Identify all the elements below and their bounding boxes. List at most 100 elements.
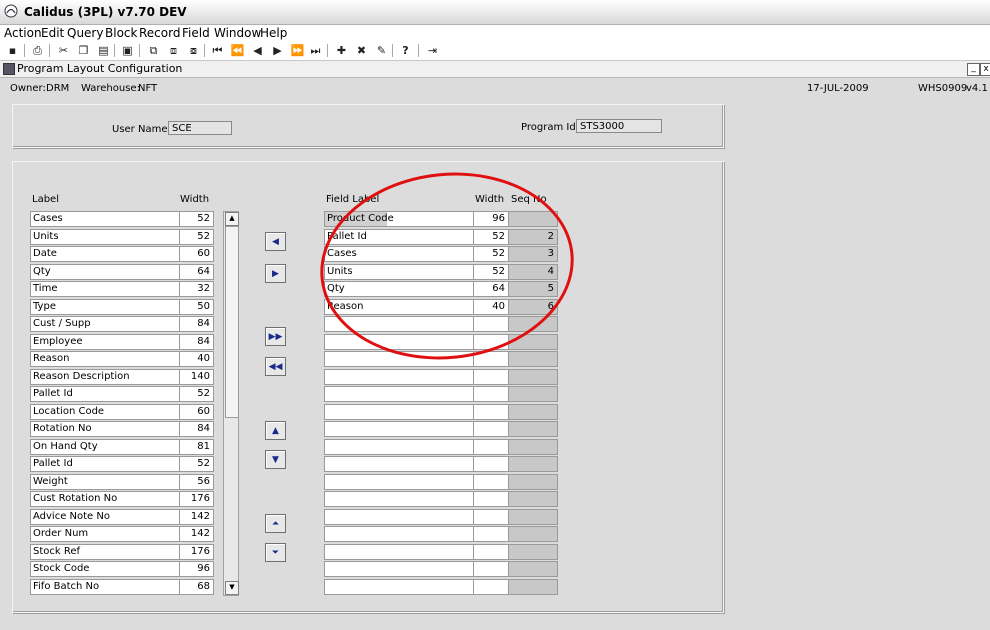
selected-width-cell[interactable]: [473, 333, 509, 350]
available-label-cell[interactable]: Stock Code: [30, 561, 180, 577]
selected-label-cell[interactable]: [324, 561, 474, 577]
clear-icon[interactable]: ▣: [120, 43, 135, 58]
help-icon[interactable]: ?: [398, 43, 413, 58]
selected-width-cell[interactable]: 52: [473, 263, 509, 280]
available-width-cell[interactable]: 52: [179, 228, 214, 245]
available-label-cell[interactable]: Employee: [30, 333, 180, 350]
selected-width-cell[interactable]: [473, 368, 509, 385]
selected-label-cell[interactable]: [324, 368, 474, 385]
available-label-cell[interactable]: Rotation No: [30, 421, 180, 437]
selected-label-cell[interactable]: [324, 508, 474, 525]
next-record-icon[interactable]: ▶: [270, 43, 285, 58]
selected-label-cell[interactable]: [324, 456, 474, 472]
selected-label-cell[interactable]: Reason: [324, 298, 474, 315]
available-label-cell[interactable]: Cust / Supp: [30, 316, 180, 332]
selected-width-cell[interactable]: 52: [473, 228, 509, 245]
available-width-cell[interactable]: 60: [179, 403, 214, 420]
move-all-left-button[interactable]: ◀◀: [265, 357, 286, 376]
close-icon[interactable]: x: [980, 63, 990, 76]
selected-width-cell[interactable]: [473, 421, 509, 437]
available-label-cell[interactable]: Qty: [30, 263, 180, 280]
scroll-down-icon[interactable]: ▼: [225, 581, 239, 595]
selected-label-cell[interactable]: [324, 421, 474, 437]
selected-width-cell[interactable]: [473, 491, 509, 507]
selected-width-cell[interactable]: [473, 473, 509, 490]
selected-width-cell[interactable]: [473, 351, 509, 367]
move-down-button[interactable]: ▼: [265, 450, 286, 469]
selected-width-cell[interactable]: [473, 438, 509, 455]
available-width-cell[interactable]: 142: [179, 526, 214, 542]
available-width-cell[interactable]: 176: [179, 543, 214, 560]
selected-width-cell[interactable]: [473, 456, 509, 472]
available-label-cell[interactable]: Pallet Id: [30, 386, 180, 402]
selected-width-cell[interactable]: [473, 316, 509, 332]
insert-icon[interactable]: ✚: [334, 43, 349, 58]
available-width-cell[interactable]: 84: [179, 333, 214, 350]
copy-icon[interactable]: ❐: [76, 43, 91, 58]
selected-width-cell[interactable]: [473, 543, 509, 560]
available-width-cell[interactable]: 60: [179, 246, 214, 262]
selected-label-cell[interactable]: [324, 386, 474, 402]
selected-label-cell[interactable]: Pallet Id: [324, 228, 474, 245]
available-width-cell[interactable]: 56: [179, 473, 214, 490]
available-width-cell[interactable]: 96: [179, 561, 214, 577]
selected-width-cell[interactable]: [473, 578, 509, 595]
move-bottom-button[interactable]: ⏷: [265, 543, 286, 562]
cancel-icon[interactable]: ⧇: [186, 43, 201, 58]
available-label-cell[interactable]: Units: [30, 228, 180, 245]
next-set-icon[interactable]: ⏩: [290, 43, 305, 58]
selected-width-cell[interactable]: 64: [473, 281, 509, 297]
available-label-cell[interactable]: Order Num: [30, 526, 180, 542]
query-icon[interactable]: ⧉: [146, 43, 161, 58]
move-top-button[interactable]: ⏶: [265, 514, 286, 533]
cut-icon[interactable]: ✂: [56, 43, 71, 58]
last-record-icon[interactable]: ⏭: [308, 43, 323, 58]
selected-label-cell[interactable]: Units: [324, 263, 474, 280]
selected-label-cell[interactable]: [324, 473, 474, 490]
available-label-cell[interactable]: Weight: [30, 473, 180, 490]
move-all-right-button[interactable]: ▶▶: [265, 327, 286, 346]
available-width-cell[interactable]: 68: [179, 578, 214, 595]
available-label-cell[interactable]: Pallet Id: [30, 456, 180, 472]
paste-icon[interactable]: ▤: [96, 43, 111, 58]
available-label-cell[interactable]: Advice Note No: [30, 508, 180, 525]
selected-width-cell[interactable]: 96: [473, 211, 509, 227]
available-label-cell[interactable]: Time: [30, 281, 180, 297]
available-width-cell[interactable]: 52: [179, 211, 214, 227]
available-width-cell[interactable]: 52: [179, 386, 214, 402]
print-icon[interactable]: ⎙: [30, 43, 45, 58]
available-width-cell[interactable]: 84: [179, 316, 214, 332]
move-right-button[interactable]: ▶: [265, 264, 286, 283]
selected-width-cell[interactable]: [473, 561, 509, 577]
selected-label-cell[interactable]: [324, 351, 474, 367]
selected-width-cell[interactable]: [473, 526, 509, 542]
available-label-cell[interactable]: Reason: [30, 351, 180, 367]
available-width-cell[interactable]: 176: [179, 491, 214, 507]
scroll-up-icon[interactable]: ▲: [225, 212, 239, 226]
program-id-field[interactable]: STS3000: [576, 119, 662, 133]
available-width-cell[interactable]: 140: [179, 368, 214, 385]
selected-label-cell[interactable]: [324, 578, 474, 595]
move-up-button[interactable]: ▲: [265, 421, 286, 440]
available-width-cell[interactable]: 64: [179, 263, 214, 280]
scroll-thumb[interactable]: [225, 226, 239, 418]
execute-icon[interactable]: ⧈: [166, 43, 181, 58]
selected-width-cell[interactable]: [473, 386, 509, 402]
available-width-cell[interactable]: 50: [179, 298, 214, 315]
move-left-button[interactable]: ◀: [265, 232, 286, 251]
menu-edit[interactable]: Edit: [41, 26, 64, 40]
available-label-cell[interactable]: Date: [30, 246, 180, 262]
selected-label-cell[interactable]: [324, 491, 474, 507]
minimize-icon[interactable]: _: [967, 63, 980, 76]
selected-label-cell[interactable]: [324, 526, 474, 542]
menu-query[interactable]: Query: [67, 26, 103, 40]
selected-width-cell[interactable]: [473, 403, 509, 420]
available-width-cell[interactable]: 142: [179, 508, 214, 525]
selected-label-cell[interactable]: Qty: [324, 281, 474, 297]
available-width-cell[interactable]: 40: [179, 351, 214, 367]
available-label-cell[interactable]: Type: [30, 298, 180, 315]
available-list-scrollbar[interactable]: ▲ ▼: [223, 211, 239, 596]
exit-icon[interactable]: ⇥: [425, 43, 440, 58]
available-width-cell[interactable]: 52: [179, 456, 214, 472]
menu-field[interactable]: Field: [182, 26, 210, 40]
